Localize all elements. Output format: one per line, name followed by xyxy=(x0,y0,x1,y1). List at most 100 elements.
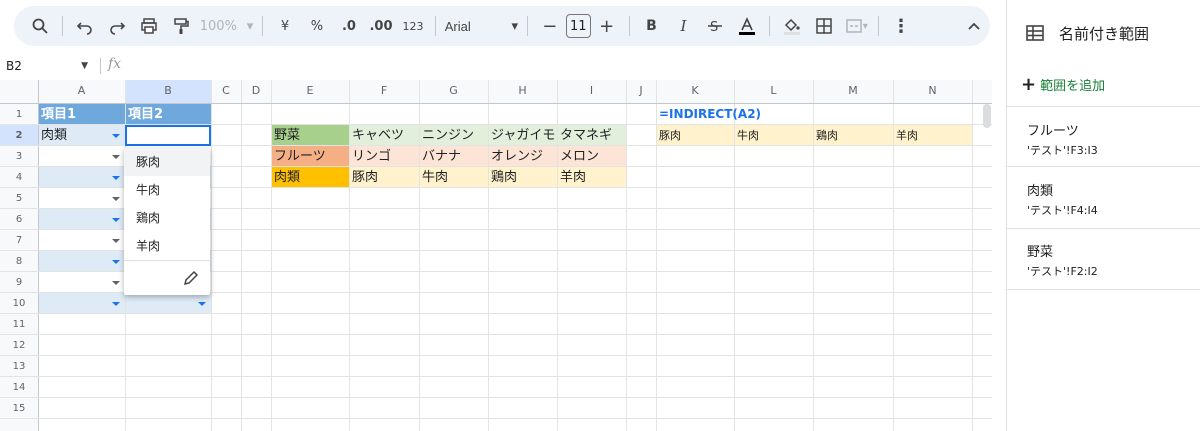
column-header-k[interactable]: K xyxy=(656,80,734,102)
dropdown-arrow-icon[interactable] xyxy=(112,176,120,180)
redo-button[interactable] xyxy=(104,12,130,40)
row-header-14[interactable]: 14 xyxy=(0,377,38,398)
decrease-font-size-button[interactable]: − xyxy=(537,12,563,40)
cell-k1[interactable]: =INDIRECT(A2) xyxy=(656,104,856,125)
name-box[interactable]: B2 ▼ xyxy=(0,54,100,78)
text-color-button[interactable] xyxy=(734,12,760,40)
dropdown-arrow-icon[interactable] xyxy=(112,281,120,285)
cell-f2[interactable]: キャベツ xyxy=(349,125,419,146)
fx-label: fx xyxy=(108,56,122,72)
column-header-e[interactable]: E xyxy=(271,80,349,102)
more-options-button[interactable]: ⋮ xyxy=(888,12,914,40)
cell-n2[interactable]: 羊肉 xyxy=(893,125,972,146)
cell-i4[interactable]: 羊肉 xyxy=(557,167,626,188)
dropdown-arrow-icon[interactable] xyxy=(112,218,120,222)
borders-button[interactable] xyxy=(811,12,837,40)
strikethrough-button[interactable]: S xyxy=(702,12,728,40)
svg-text:S: S xyxy=(710,20,718,35)
cell-a1[interactable]: 項目1 xyxy=(38,104,125,125)
fill-color-icon xyxy=(784,18,801,35)
row-header-15[interactable]: 15 xyxy=(0,398,38,419)
search-menu-button[interactable] xyxy=(27,12,53,40)
cell-m2[interactable]: 鶏肉 xyxy=(813,125,893,146)
zoom-select[interactable]: 100% ▾ xyxy=(200,12,253,40)
bold-button[interactable]: B xyxy=(638,12,664,40)
column-header-f[interactable]: F xyxy=(349,80,419,102)
dropdown-arrow-icon[interactable] xyxy=(112,302,120,306)
row-header-4[interactable]: 4 xyxy=(0,167,38,188)
toolbar-divider xyxy=(878,16,880,36)
italic-button[interactable]: I xyxy=(670,12,696,40)
undo-button[interactable] xyxy=(72,12,98,40)
row-header-11[interactable]: 11 xyxy=(0,314,38,335)
print-button[interactable] xyxy=(136,12,162,40)
dropdown-option[interactable]: 豚肉 xyxy=(124,148,210,176)
paint-format-button[interactable] xyxy=(168,12,194,40)
percent-button[interactable]: % xyxy=(304,12,330,40)
cell-h3[interactable]: オレンジ xyxy=(488,146,557,167)
chevron-up-icon xyxy=(968,22,980,30)
dropdown-option[interactable]: 鶏肉 xyxy=(124,204,210,232)
row-header-1[interactable]: 1 xyxy=(0,104,38,125)
cell-g2[interactable]: ニンジン xyxy=(419,125,488,146)
column-header-j[interactable]: J xyxy=(626,80,656,102)
named-ranges-panel: 名前付き範囲 + 範囲を追加 フルーツ 'テスト'!F3:I3 肉類 'テスト'!… xyxy=(1006,0,1200,431)
cell-i2[interactable]: タマネギ xyxy=(557,125,626,146)
cell-e2[interactable]: 野菜 xyxy=(271,125,349,146)
increase-decimal-button[interactable]: .00 xyxy=(368,12,394,40)
row-header-5[interactable]: 5 xyxy=(0,188,38,209)
cell-b1[interactable]: 項目2 xyxy=(125,104,211,125)
dropdown-option[interactable]: 羊肉 xyxy=(124,232,210,260)
font-size-input[interactable]: 11 xyxy=(565,14,591,38)
row-header-6[interactable]: 6 xyxy=(0,209,38,230)
dropdown-arrow-icon[interactable] xyxy=(112,239,120,243)
column-header-l[interactable]: L xyxy=(734,80,813,102)
column-header-h[interactable]: H xyxy=(488,80,557,102)
cell-h4[interactable]: 鶏肉 xyxy=(488,167,557,188)
column-header-d[interactable]: D xyxy=(241,80,271,102)
pencil-icon[interactable] xyxy=(182,269,200,287)
font-select[interactable]: Arial ▾ xyxy=(445,12,518,40)
currency-button[interactable]: ¥ xyxy=(272,12,298,40)
vertical-scrollbar-thumb[interactable] xyxy=(983,104,991,128)
fill-color-button[interactable] xyxy=(779,12,805,40)
row-header-10[interactable]: 10 xyxy=(0,293,38,314)
row-header-9[interactable]: 9 xyxy=(0,272,38,293)
row-header-2[interactable]: 2 xyxy=(0,125,38,146)
cell-f4[interactable]: 豚肉 xyxy=(349,167,419,188)
row-header-13[interactable]: 13 xyxy=(0,356,38,377)
column-header-g[interactable]: G xyxy=(419,80,488,102)
dropdown-option[interactable]: 牛肉 xyxy=(124,176,210,204)
cell-f3[interactable]: リンゴ xyxy=(349,146,419,167)
add-range-button[interactable]: + 範囲を追加 xyxy=(1021,74,1105,95)
dropdown-arrow-icon[interactable] xyxy=(198,302,206,306)
increase-font-size-button[interactable]: + xyxy=(594,12,620,40)
column-header-c[interactable]: C xyxy=(211,80,241,102)
cell-e3[interactable]: フルーツ xyxy=(271,146,349,167)
more-formats-button[interactable]: 123 xyxy=(400,12,426,40)
row-header-8[interactable]: 8 xyxy=(0,251,38,272)
table-icon xyxy=(1026,25,1044,41)
row-header-7[interactable]: 7 xyxy=(0,230,38,251)
cell-e4[interactable]: 肉類 xyxy=(271,167,349,188)
cell-g3[interactable]: バナナ xyxy=(419,146,488,167)
column-header-b[interactable]: B xyxy=(125,80,211,102)
dropdown-arrow-icon[interactable] xyxy=(112,134,120,138)
column-header-m[interactable]: M xyxy=(813,80,893,102)
decrease-decimal-button[interactable]: .0 xyxy=(336,12,362,40)
column-header-n[interactable]: N xyxy=(893,80,972,102)
merge-cells-button[interactable]: ▾ xyxy=(843,12,869,40)
row-header-3[interactable]: 3 xyxy=(0,146,38,167)
dropdown-arrow-icon[interactable] xyxy=(112,197,120,201)
row-header-12[interactable]: 12 xyxy=(0,335,38,356)
cell-l2[interactable]: 牛肉 xyxy=(734,125,813,146)
cell-g4[interactable]: 牛肉 xyxy=(419,167,488,188)
collapse-toolbar-button[interactable] xyxy=(961,12,987,40)
column-header-a[interactable]: A xyxy=(38,80,125,102)
column-header-i[interactable]: I xyxy=(557,80,626,102)
cell-i3[interactable]: メロン xyxy=(557,146,626,167)
dropdown-arrow-icon[interactable] xyxy=(112,260,120,264)
cell-h2[interactable]: ジャガイモ xyxy=(488,125,557,146)
cell-k2[interactable]: 豚肉 xyxy=(656,125,734,146)
dropdown-arrow-icon[interactable] xyxy=(112,155,120,159)
